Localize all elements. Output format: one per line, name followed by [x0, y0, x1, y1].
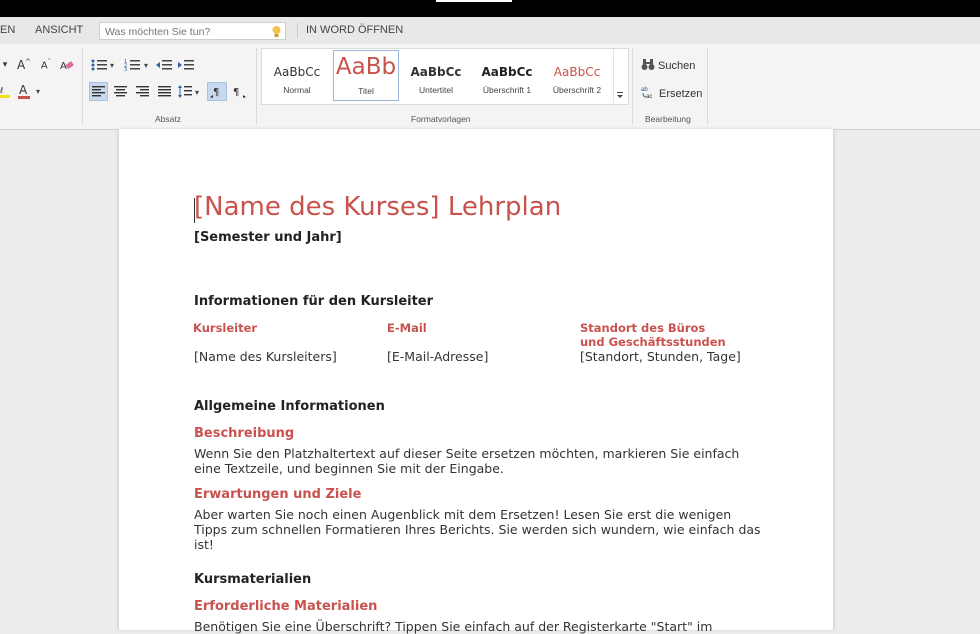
bullet-list-icon[interactable]: ▾	[89, 57, 119, 73]
style-heading-1-preview: AaBbCc	[481, 65, 533, 79]
styles-group-label: Formatvorlagen	[411, 114, 471, 124]
email-column-label[interactable]: E-Mail	[387, 321, 427, 335]
style-subtitle-preview: AaBbCc	[410, 65, 462, 79]
replace-label: Ersetzen	[659, 87, 703, 100]
instructor-name-value[interactable]: [Name des Kursleiters]	[194, 349, 337, 364]
ribbon-separator-1	[82, 48, 83, 124]
svg-text:A: A	[60, 61, 67, 71]
section-instructor-heading[interactable]: Informationen für den Kursleiter	[194, 294, 433, 309]
ltr-direction-button[interactable]: ¶	[207, 82, 227, 101]
style-title-preview: AaBb	[335, 54, 397, 80]
svg-text:¶: ¶	[233, 87, 239, 98]
tell-me-box[interactable]	[99, 22, 286, 40]
justify-button[interactable]	[155, 82, 174, 101]
style-heading-1-name: Überschrift 1	[482, 85, 532, 95]
section-materials-heading[interactable]: Kursmaterialien	[194, 572, 311, 587]
binoculars-icon	[641, 58, 655, 74]
style-heading-2-preview: AaBbCc	[553, 65, 601, 79]
instructor-column-label[interactable]: Kursleiter	[193, 321, 257, 335]
styles-gallery-more-button[interactable]	[613, 48, 627, 103]
email-value[interactable]: [E-Mail-Adresse]	[387, 349, 488, 364]
required-materials-text[interactable]: Benötigen Sie eine Überschrift? Tippen S…	[194, 619, 764, 634]
shrink-font-icon[interactable]: Aˇ	[37, 57, 55, 73]
numbered-list-icon[interactable]: 1 2 3 ▾	[123, 57, 153, 73]
grow-font-icon[interactable]: A^	[15, 57, 33, 73]
svg-text:▾: ▾	[110, 61, 114, 70]
description-text[interactable]: Wenn Sie den Platzhaltertext auf dieser …	[194, 446, 764, 476]
svg-text:3: 3	[124, 67, 127, 72]
required-materials-heading[interactable]: Erforderliche Materialien	[194, 599, 377, 614]
editing-group-label: Bearbeitung	[645, 114, 691, 124]
paragraph-group-label: Absatz	[155, 114, 181, 124]
svg-text:A: A	[19, 83, 28, 97]
svg-text:ab: ab	[641, 87, 648, 93]
font-color-icon[interactable]: A ▾	[16, 83, 46, 99]
style-normal-preview: AaBbCc	[273, 65, 321, 79]
tell-me-input[interactable]	[103, 25, 267, 39]
svg-text:▾: ▾	[36, 87, 40, 96]
align-right-button[interactable]	[133, 82, 152, 101]
svg-text:¶: ¶	[213, 87, 219, 98]
ribbon-separator-3	[632, 48, 633, 124]
tab-view[interactable]: ANSICHT	[35, 24, 83, 36]
menu-divider	[297, 23, 298, 38]
replace-icon: ab ac	[641, 85, 656, 102]
style-heading-1[interactable]: AaBbCc Überschrift 1	[473, 50, 541, 101]
highlight-icon[interactable]: ℓ	[0, 83, 12, 99]
window-top-bar	[0, 0, 980, 17]
styles-gallery: AaBbCc Normal AaBb Titel AaBbCc Untertit…	[261, 48, 629, 105]
svg-text:ℓ: ℓ	[0, 86, 3, 95]
style-heading-2-name: Überschrift 2	[552, 85, 602, 95]
document-subtitle[interactable]: [Semester und Jahr]	[194, 230, 342, 245]
style-normal[interactable]: AaBbCc Normal	[264, 50, 330, 101]
replace-button[interactable]: ab ac Ersetzen	[641, 85, 702, 102]
expectations-heading[interactable]: Erwartungen und Ziele	[194, 487, 361, 502]
open-in-word-button[interactable]: IN WORD ÖFFNEN	[306, 24, 403, 36]
align-center-button[interactable]	[111, 82, 130, 101]
increase-indent-icon[interactable]	[177, 57, 195, 73]
rtl-direction-button[interactable]: ¶	[229, 82, 249, 101]
tab-start[interactable]: EN	[0, 24, 15, 36]
expectations-text[interactable]: Aber warten Sie noch einen Augenblick mi…	[194, 507, 764, 552]
clear-formatting-icon[interactable]: A	[58, 57, 76, 73]
style-title[interactable]: AaBb Titel	[333, 50, 399, 101]
office-value[interactable]: [Standort, Stunden, Tage]	[580, 349, 741, 364]
document-page[interactable]: [Name des Kurses] Lehrplan [Semester und…	[118, 129, 834, 634]
find-label: Suchen	[658, 60, 696, 72]
top-indicator	[436, 0, 512, 2]
line-spacing-icon[interactable]: ▾	[177, 82, 203, 101]
office-column-label[interactable]: Standort des Büros und Geschäftsstunden	[580, 321, 730, 349]
section-general-heading[interactable]: Allgemeine Informationen	[194, 399, 385, 414]
ribbon-separator-2	[256, 48, 257, 124]
align-left-button[interactable]	[89, 82, 108, 101]
style-subtitle-name: Untertitel	[418, 85, 453, 95]
font-size-dropdown[interactable]: ▾	[0, 58, 10, 72]
document-title[interactable]: [Name des Kurses] Lehrplan	[194, 192, 561, 222]
decrease-indent-icon[interactable]	[155, 57, 173, 73]
description-heading[interactable]: Beschreibung	[194, 426, 294, 441]
find-button[interactable]: Suchen	[641, 58, 695, 74]
ribbon-separator-4	[707, 48, 708, 124]
style-heading-2[interactable]: AaBbCc Überschrift 2	[543, 50, 611, 101]
svg-text:ac: ac	[646, 94, 652, 99]
style-normal-name: Normal	[283, 85, 311, 95]
lightbulb-icon	[271, 24, 282, 43]
style-title-name: Titel	[358, 86, 374, 96]
svg-text:▾: ▾	[144, 61, 148, 70]
style-subtitle[interactable]: AaBbCc Untertitel	[402, 50, 470, 101]
text-cursor	[194, 198, 195, 223]
svg-text:▾: ▾	[195, 88, 199, 97]
